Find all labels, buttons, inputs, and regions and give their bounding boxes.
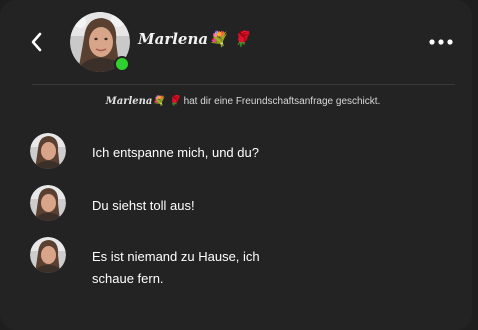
message-text: Ich entspanne mich, und du?	[92, 145, 259, 160]
friend-request-notice: Marlena💐 🌹 hat dir eine Freundschaftsanf…	[0, 96, 472, 107]
profile-avatar[interactable]	[70, 12, 130, 72]
avatar	[30, 237, 66, 273]
message-text: Du siehst toll aus!	[92, 198, 195, 213]
message-text: Es ist niemand zu Hause, ich schaue fern…	[92, 249, 260, 286]
chat-panel: Marlena💐 🌹 Marlena💐 🌹 hat dir eine Freun…	[0, 0, 472, 330]
notice-sender-name: Marlena💐 🌹	[105, 96, 181, 107]
avatar	[30, 133, 66, 169]
avatar	[30, 185, 66, 221]
back-icon[interactable]	[26, 28, 48, 56]
header-divider	[32, 84, 455, 85]
online-status-dot	[114, 56, 130, 72]
notice-text: hat dir eine Freundschaftsanfrage geschi…	[183, 96, 381, 107]
more-options-icon[interactable]	[428, 33, 454, 51]
contact-name[interactable]: Marlena💐 🌹	[138, 30, 251, 48]
